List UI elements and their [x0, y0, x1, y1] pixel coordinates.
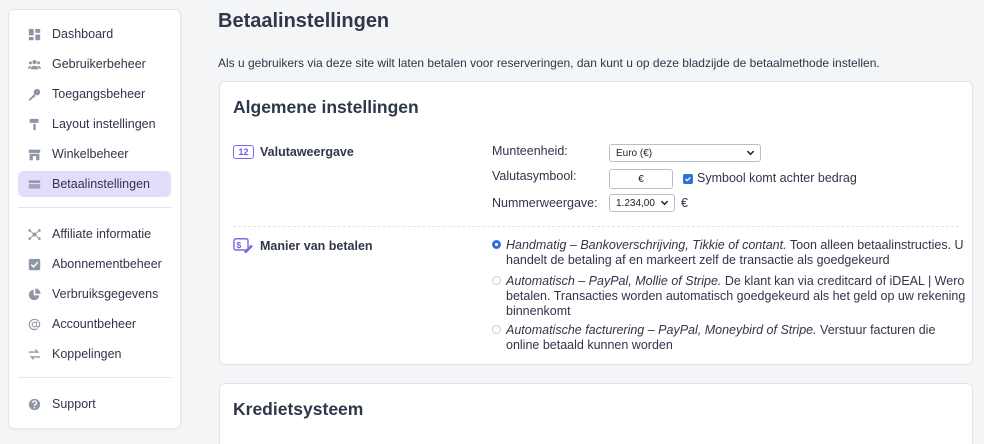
payment-option-manual-text: Handmatig – Bankoverschrijving, Tikkie o… [506, 238, 964, 267]
payment-option-automatic-radio[interactable] [492, 276, 501, 285]
chevron-down-icon [660, 200, 669, 206]
at-icon [27, 317, 41, 331]
page-title: Betaalinstellingen [218, 10, 390, 32]
sidebar-item-abonnementbeheer[interactable]: Abonnementbeheer [18, 251, 171, 277]
sidebar-item-label: Koppelingen [52, 347, 122, 361]
symbol-after-checkbox[interactable] [683, 174, 693, 184]
sidebar-item-koppelingen[interactable]: Koppelingen [18, 341, 171, 367]
payment-option-automatic-text: Automatisch – PayPal, Mollie of Stripe. … [506, 274, 966, 318]
credit-system-card: Kredietsysteem [219, 383, 973, 444]
credit-card-icon [27, 177, 41, 191]
payment-option-manual-radio[interactable] [492, 240, 501, 249]
currency-select[interactable]: Euro (€) [609, 144, 761, 162]
sidebar-item-affiliate-informatie[interactable]: Affiliate informatie [18, 221, 171, 247]
sidebar-item-verbruiksgegevens[interactable]: Verbruiksgegevens [18, 281, 171, 307]
symbol-after-label: Symbool komt achter bedrag [697, 171, 857, 185]
sidebar-item-label: Gebruikerbeheer [52, 57, 146, 71]
users-icon [27, 57, 41, 71]
card-title: Kredietsysteem [233, 399, 364, 419]
dashboard-icon [27, 27, 41, 41]
sidebar-item-label: Affiliate informatie [52, 227, 152, 241]
currency-section-label: 12 Valutaweergave [233, 144, 354, 159]
number-format-label: Nummerweergave: [492, 196, 598, 210]
sidebar-item-support[interactable]: Support [18, 391, 171, 417]
key-icon [27, 87, 41, 101]
sidebar-divider [18, 207, 171, 208]
sidebar-item-label: Verbruiksgegevens [52, 287, 159, 301]
sidebar-divider [18, 377, 171, 378]
sidebar-item-betaalinstellingen[interactable]: Betaalinstellingen [18, 171, 171, 197]
page-intro: Als u gebruikers via deze site wilt late… [218, 56, 880, 70]
sidebar-item-winkelbeheer[interactable]: Winkelbeheer [18, 141, 171, 167]
payment-method-icon: $ [233, 238, 254, 253]
currency-symbol-input[interactable]: € [609, 169, 673, 189]
store-icon [27, 147, 41, 161]
paint-roller-icon [27, 117, 41, 131]
number-format-suffix: € [681, 196, 688, 210]
sidebar-item-accountbeheer[interactable]: Accountbeheer [18, 311, 171, 337]
sidebar-item-dashboard[interactable]: Dashboard [18, 21, 171, 47]
sidebar-item-toegangsbeheer[interactable]: Toegangsbeheer [18, 81, 171, 107]
arrows-exchange-icon [27, 347, 41, 361]
sidebar-item-label: Dashboard [52, 27, 114, 41]
checkbox-icon [27, 257, 41, 271]
check-icon [685, 176, 691, 182]
pie-chart-icon [27, 287, 41, 301]
general-settings-card: Algemene instellingen 12 Valutaweergave … [219, 81, 973, 365]
sidebar-item-label: Support [52, 397, 96, 411]
symbol-label: Valutasymbool: [492, 169, 577, 183]
sidebar-item-label: Abonnementbeheer [52, 257, 162, 271]
help-icon [27, 397, 41, 411]
payment-section-label: $ Manier van betalen [233, 238, 373, 253]
affiliate-icon [27, 227, 41, 241]
sidebar-item-label: Layout instellingen [52, 117, 156, 131]
sidebar-item-label: Betaalinstellingen [52, 177, 150, 191]
sidebar-item-label: Toegangsbeheer [52, 87, 146, 101]
sidebar-item-layout-instellingen[interactable]: Layout instellingen [18, 111, 171, 137]
sidebar-item-label: Accountbeheer [52, 317, 137, 331]
sidebar-item-gebruikerbeheer[interactable]: Gebruikerbeheer [18, 51, 171, 77]
section-divider [233, 226, 959, 227]
currency-label: Munteenheid: [492, 144, 568, 158]
payment-option-invoicing-radio[interactable] [492, 325, 501, 334]
sidebar: Dashboard Gebruikerbeheer Toegangsbeheer… [8, 9, 181, 429]
payment-option-invoicing-text: Automatische facturering – PayPal, Money… [506, 323, 936, 352]
chevron-down-icon [746, 150, 755, 156]
svg-text:$: $ [236, 240, 241, 250]
sidebar-item-label: Winkelbeheer [52, 147, 129, 161]
calendar-12-icon: 12 [233, 144, 254, 159]
card-title: Algemene instellingen [233, 97, 419, 117]
number-format-select[interactable]: 1.234,00 [609, 194, 675, 212]
